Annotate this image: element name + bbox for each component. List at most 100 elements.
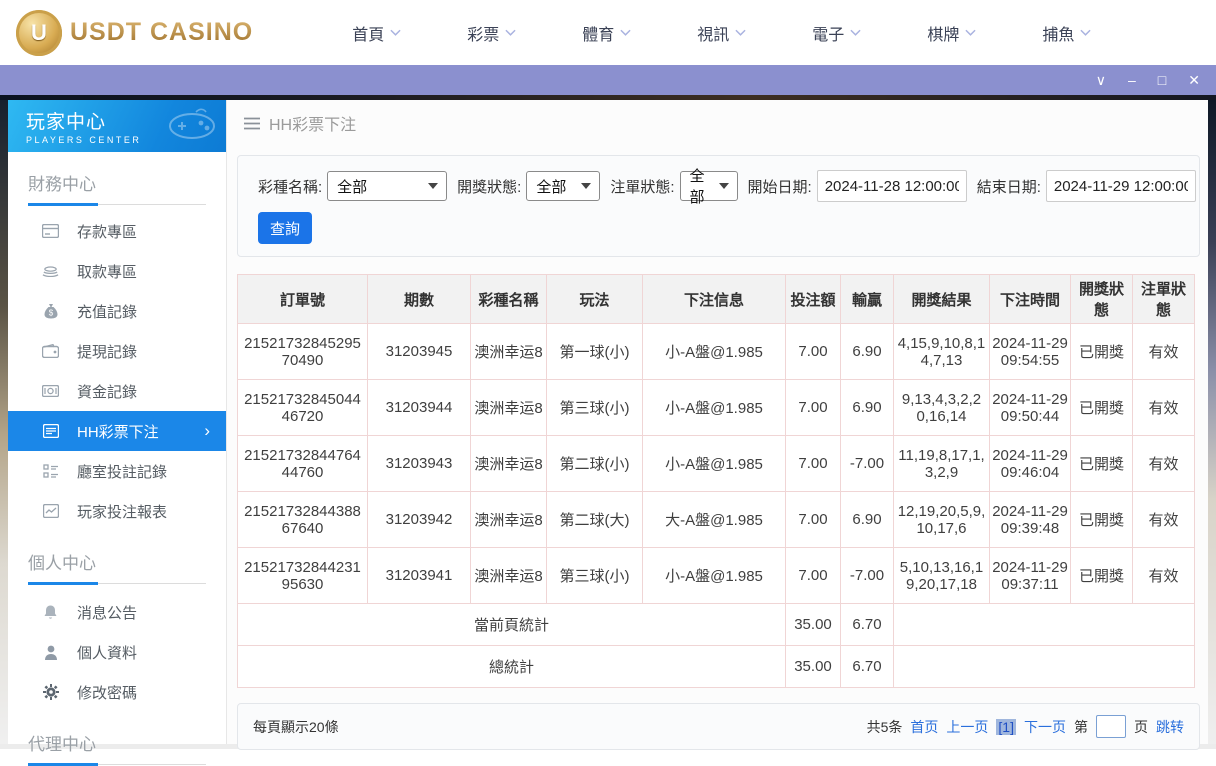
col-play-type: 玩法 [546,274,643,324]
summary-bet-total: 35.00 [785,603,841,646]
jump-prefix-label: 第 [1074,718,1088,735]
select-arrow-icon [428,183,439,189]
hamburger-menu-icon[interactable] [244,117,260,130]
col-lottery-name: 彩種名稱 [470,274,547,324]
sidebar-item-withdrawal-record[interactable]: 提現記錄 [8,331,226,371]
nav-item-slots[interactable]: 電子 [779,21,894,45]
select-arrow-icon [718,183,729,189]
sidebar-item-room-bet-record[interactable]: 廳室投註記錄 [8,451,226,491]
chevron-down-icon [965,29,976,36]
section-divider [28,203,206,206]
chevron-down-icon [735,29,746,36]
page-size-text: 每頁顯示20條 [253,718,339,735]
table-header-row: 訂單號 期數 彩種名稱 玩法 下注信息 投注額 輸贏 開獎結果 下注時間 開獎狀… [237,274,1195,324]
sidebar-section-finance: 財務中心 [8,170,226,206]
table-row: 2152173284423195630 31203941 澳洲幸运8 第三球(小) 小-… [237,547,1195,604]
summary-bet-total: 35.00 [785,645,841,688]
window-close-icon[interactable]: ✕ [1188,73,1200,87]
gear-icon [42,684,59,701]
window-restore-icon[interactable]: ∨ [1096,73,1106,87]
col-period: 期數 [367,274,471,324]
person-icon [42,644,59,661]
start-date-label: 開始日期: [747,178,812,196]
page-jump-input[interactable] [1096,715,1126,738]
window-maximize-icon[interactable]: □ [1158,73,1166,87]
nav-item-home[interactable]: 首頁 [319,21,434,45]
nav-item-lottery[interactable]: 彩票 [434,21,549,45]
window-controls: ∨ – □ ✕ [1096,73,1200,87]
window-title-bar: ∨ – □ ✕ [0,65,1216,95]
site-logo[interactable]: U USDT CASINO [16,9,254,56]
sidebar-item-player-bet-report[interactable]: 玩家投注報表 [8,491,226,531]
filter-panel: 彩種名稱: 全部 開獎狀態: 全部 注單狀態: 全部 開始日期: 結束日期: [237,155,1200,257]
query-button[interactable]: 查詢 [258,212,312,244]
draw-status-label: 開獎狀態: [457,178,522,196]
sidebar-item-profile[interactable]: 個人資料 [8,632,226,672]
select-arrow-icon [581,183,592,189]
lottery-name-label: 彩種名稱: [258,178,323,196]
section-divider [28,582,206,585]
chevron-down-icon [505,29,516,36]
jump-suffix-label: 页 [1134,718,1148,735]
sidebar-header: 玩家中心 PLAYERS CENTER [8,100,226,152]
total-count-text: 共5条 [866,718,903,735]
gamepad-icon [169,108,215,139]
sidebar-item-funds-record[interactable]: 資金記錄 [8,371,226,411]
table-row: 2152173284438867640 31203942 澳洲幸运8 第二球(大) 大-… [237,491,1195,548]
table-row: 2152173284529570490 31203945 澳洲幸运8 第一球(小) 小-… [237,323,1195,380]
withdraw-hand-icon [42,263,59,280]
chevron-down-icon [620,29,631,36]
nav-item-cards[interactable]: 棋牌 [894,21,1009,45]
backdrop-strip-left [0,100,8,744]
logo-coin-icon: U [16,9,62,56]
pagination-bar: 每頁顯示20條 共5条 首页 上一页 [1] 下一页 第 页 跳转 [237,703,1200,750]
nav-item-sports[interactable]: 體育 [549,21,664,45]
order-status-label: 注單狀態: [610,178,675,196]
end-date-input[interactable] [1045,170,1196,202]
nav-item-fishing[interactable]: 捕魚 [1009,21,1124,45]
sidebar-item-change-password[interactable]: 修改密碼 [8,672,226,712]
draw-status-select[interactable]: 全部 [526,171,601,201]
logo-text: USDT CASINO [70,18,254,46]
summary-label: 當前頁統計 [237,603,786,646]
order-status-select[interactable]: 全部 [679,168,738,206]
sidebar-item-deposit[interactable]: 存款專區 [8,211,226,251]
sidebar-item-recharge-record[interactable]: $ 充值記錄 [8,291,226,331]
lottery-name-select[interactable]: 全部 [327,171,448,201]
sidebar-item-announcements[interactable]: 消息公告 [8,592,226,632]
sidebar-item-hh-lottery-bets[interactable]: HH彩票下注 › [8,411,226,451]
col-bet-time: 下注時間 [989,274,1071,324]
summary-winloss-total: 6.70 [840,603,894,646]
main-nav: 首頁 彩票 體育 視訊 電子 棋牌 捕魚 [319,21,1124,45]
summary-label: 總統計 [237,645,786,688]
document-icon [42,423,59,440]
col-order-id: 訂單號 [237,274,368,324]
sidebar-section-agent: 代理中心 [8,730,226,766]
page-title: HH彩票下注 [269,117,357,134]
first-page-link[interactable]: 首页 [910,717,938,737]
window-minimize-icon[interactable]: – [1128,73,1136,87]
section-divider [28,763,206,766]
start-date-input[interactable] [816,170,967,202]
next-page-link[interactable]: 下一页 [1024,717,1066,737]
chevron-down-icon [390,29,401,36]
sidebar-item-withdraw[interactable]: 取款專區 [8,251,226,291]
prev-page-link[interactable]: 上一页 [946,717,988,737]
banknote-icon [42,383,59,400]
col-bet-amount: 投注額 [785,274,841,324]
table-row: 2152173284504446720 31203944 澳洲幸运8 第三球(小) 小-… [237,379,1195,436]
bets-table: 訂單號 期數 彩種名稱 玩法 下注信息 投注額 輸贏 開獎結果 下注時間 開獎狀… [237,274,1195,688]
list-icon [42,463,59,480]
players-center-window: 玩家中心 PLAYERS CENTER 財務中心 存款專區 取款專區 $ 充值記… [8,100,1208,766]
nav-item-live[interactable]: 視訊 [664,21,779,45]
page-header: HH彩票下注 [227,100,1208,146]
summary-row-grand-total: 總統計 35.00 6.70 [237,645,1195,688]
jump-button[interactable]: 跳转 [1156,717,1184,737]
sidebar-section-personal: 個人中心 [8,549,226,585]
col-bet-info: 下注信息 [642,274,786,324]
report-chart-icon [42,503,59,520]
money-bag-icon: $ [42,303,59,320]
col-order-status: 注單狀態 [1132,274,1195,324]
chevron-down-icon [1080,29,1091,36]
current-page-indicator: [1] [996,718,1016,735]
